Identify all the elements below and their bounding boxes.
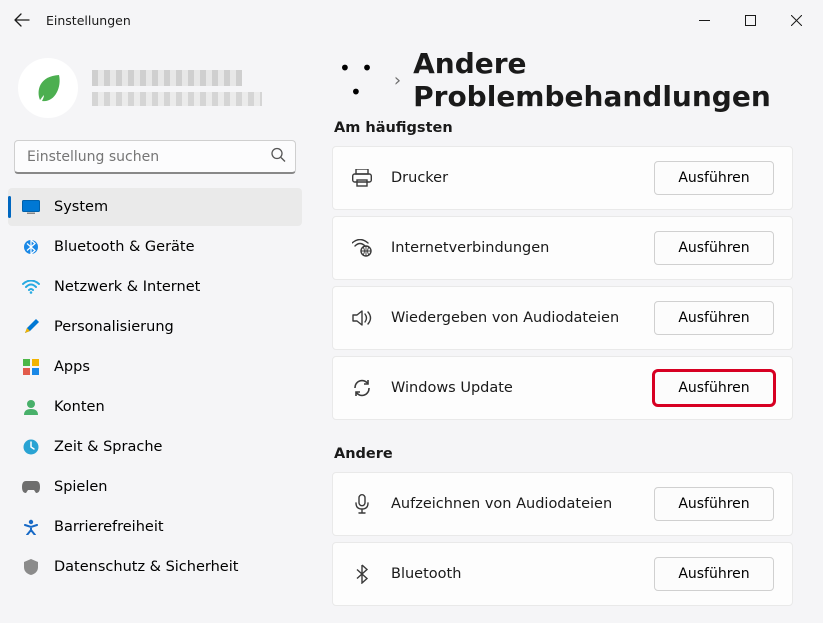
run-button-printer[interactable]: Ausführen <box>654 161 774 195</box>
close-icon <box>791 15 802 26</box>
microphone-icon <box>351 494 373 514</box>
run-button-windows-update[interactable]: Ausführen <box>654 371 774 405</box>
monitor-icon <box>22 200 40 214</box>
sidebar-item-system[interactable]: System <box>8 188 302 226</box>
troubleshooter-card-printer: Drucker Ausführen <box>332 146 793 210</box>
maximize-icon <box>745 15 756 26</box>
chevron-right-icon: › <box>394 70 401 91</box>
maximize-button[interactable] <box>727 4 773 36</box>
profile-name-redacted <box>92 70 242 86</box>
run-button-audio-play[interactable]: Ausführen <box>654 301 774 335</box>
troubleshooter-card-audio-play: Wiedergeben von Audiodateien Ausführen <box>332 286 793 350</box>
sidebar-item-network[interactable]: Netzwerk & Internet <box>8 268 302 306</box>
sidebar-item-label: Personalisierung <box>54 319 174 335</box>
profile-block[interactable] <box>8 50 302 140</box>
minimize-button[interactable] <box>681 4 727 36</box>
bluetooth-outline-icon <box>351 564 373 584</box>
apps-icon <box>22 359 40 375</box>
breadcrumb-overflow-button[interactable]: • • • <box>332 52 382 108</box>
sidebar-item-personalization[interactable]: Personalisierung <box>8 308 302 346</box>
person-icon <box>22 399 40 415</box>
leaf-icon <box>30 70 66 106</box>
section-title-other: Andere <box>334 446 793 462</box>
card-label: Windows Update <box>391 380 636 396</box>
troubleshooter-card-audio-record: Aufzeichnen von Audiodateien Ausführen <box>332 472 793 536</box>
troubleshooter-card-windows-update: Windows Update Ausführen <box>332 356 793 420</box>
wifi-globe-icon <box>351 239 373 257</box>
sidebar-item-label: Zeit & Sprache <box>54 439 162 455</box>
accessibility-icon <box>22 519 40 535</box>
run-button-bluetooth[interactable]: Ausführen <box>654 557 774 591</box>
sidebar-item-label: Netzwerk & Internet <box>54 279 200 295</box>
speaker-icon <box>351 309 373 327</box>
sidebar-item-label: Bluetooth & Geräte <box>54 239 195 255</box>
close-button[interactable] <box>773 4 819 36</box>
card-label: Internetverbindungen <box>391 240 636 256</box>
run-button-audio-record[interactable]: Ausführen <box>654 487 774 521</box>
printer-icon <box>351 169 373 187</box>
sidebar-item-apps[interactable]: Apps <box>8 348 302 386</box>
arrow-left-icon <box>14 12 30 28</box>
card-label: Wiedergeben von Audiodateien <box>391 310 636 326</box>
shield-icon <box>22 559 40 575</box>
update-cycle-icon <box>351 379 373 397</box>
page-title: Andere Problembehandlungen <box>413 47 793 113</box>
sidebar-item-label: Spielen <box>54 479 108 495</box>
section-title-frequent: Am häufigsten <box>334 120 793 136</box>
sidebar-item-label: Konten <box>54 399 105 415</box>
window-title: Einstellungen <box>46 13 131 28</box>
card-label: Bluetooth <box>391 566 636 582</box>
globe-clock-icon <box>22 439 40 455</box>
minimize-icon <box>699 15 710 26</box>
sidebar-item-label: Barrierefreiheit <box>54 519 164 535</box>
sidebar-item-label: System <box>54 199 108 215</box>
avatar <box>18 58 78 118</box>
sidebar-item-bluetooth[interactable]: Bluetooth & Geräte <box>8 228 302 266</box>
card-label: Aufzeichnen von Audiodateien <box>391 496 636 512</box>
sidebar-item-accounts[interactable]: Konten <box>8 388 302 426</box>
bluetooth-icon <box>22 238 40 256</box>
paintbrush-icon <box>22 319 40 335</box>
card-label: Drucker <box>391 170 636 186</box>
troubleshooter-card-internet: Internetverbindungen Ausführen <box>332 216 793 280</box>
sidebar-item-time-language[interactable]: Zeit & Sprache <box>8 428 302 466</box>
run-button-internet[interactable]: Ausführen <box>654 231 774 265</box>
sidebar-item-gaming[interactable]: Spielen <box>8 468 302 506</box>
troubleshooter-card-bluetooth: Bluetooth Ausführen <box>332 542 793 606</box>
sidebar-item-privacy[interactable]: Datenschutz & Sicherheit <box>8 548 302 586</box>
sidebar-item-label: Datenschutz & Sicherheit <box>54 559 238 575</box>
back-button[interactable] <box>4 2 40 38</box>
sidebar-item-label: Apps <box>54 359 90 375</box>
wifi-icon <box>22 280 40 294</box>
sidebar-item-accessibility[interactable]: Barrierefreiheit <box>8 508 302 546</box>
profile-email-redacted <box>92 92 262 106</box>
gamepad-icon <box>22 481 40 493</box>
search-input[interactable] <box>14 140 296 174</box>
